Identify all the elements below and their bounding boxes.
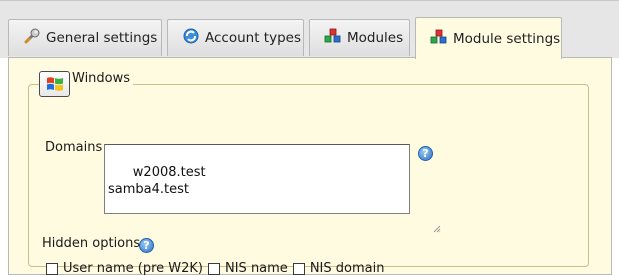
windows-fieldset: Windows Domains w2008.test samba4.test ?… xyxy=(28,71,589,275)
checkbox[interactable] xyxy=(46,262,58,275)
domains-textarea[interactable]: w2008.test samba4.test xyxy=(104,144,441,233)
domains-value: w2008.test samba4.test xyxy=(108,165,206,197)
option-nis-domain[interactable]: NIS domain xyxy=(292,261,385,275)
option-label: NIS name xyxy=(225,261,288,275)
hidden-options-text: Hidden options xyxy=(42,236,141,251)
wrench-icon xyxy=(23,27,41,45)
checkbox[interactable] xyxy=(208,262,220,275)
windows-logo-icon xyxy=(39,71,70,97)
resize-handle-icon[interactable] xyxy=(400,204,441,233)
option-label: NIS domain xyxy=(309,261,385,275)
tab-label: General settings xyxy=(46,30,158,46)
hidden-options-list: User name (pre W2K) NIS name NIS domain xyxy=(46,261,389,275)
module-settings-panel: Windows Domains w2008.test samba4.test ?… xyxy=(8,57,612,275)
modules-icon xyxy=(324,27,342,45)
hidden-options-label: Hidden options xyxy=(42,236,140,251)
refresh-icon xyxy=(182,27,200,45)
tab-label: Module settings xyxy=(453,30,561,47)
option-nis-name[interactable]: NIS name xyxy=(208,261,288,275)
tab-modules[interactable]: Modules xyxy=(309,19,410,56)
tab-account-types[interactable]: Account types xyxy=(167,19,304,56)
tab-label: Account types xyxy=(205,30,301,46)
tab-label: Modules xyxy=(347,30,404,46)
tab-general-settings[interactable]: General settings xyxy=(8,19,162,56)
modules-icon xyxy=(430,28,448,46)
hidden-options-help-icon[interactable]: ? xyxy=(139,238,154,253)
fieldset-legend: Windows xyxy=(39,70,134,97)
tab-module-settings[interactable]: Module settings xyxy=(415,17,562,59)
domains-label: Domains xyxy=(45,140,103,155)
option-user-name-pre-w2k[interactable]: User name (pre W2K) xyxy=(46,261,203,275)
fieldset-title: Windows xyxy=(72,70,131,86)
option-label: User name (pre W2K) xyxy=(63,261,203,275)
checkbox[interactable] xyxy=(292,262,305,275)
domains-help-icon[interactable]: ? xyxy=(418,146,433,161)
tab-bar: General settings Account types Modules M… xyxy=(0,0,619,59)
